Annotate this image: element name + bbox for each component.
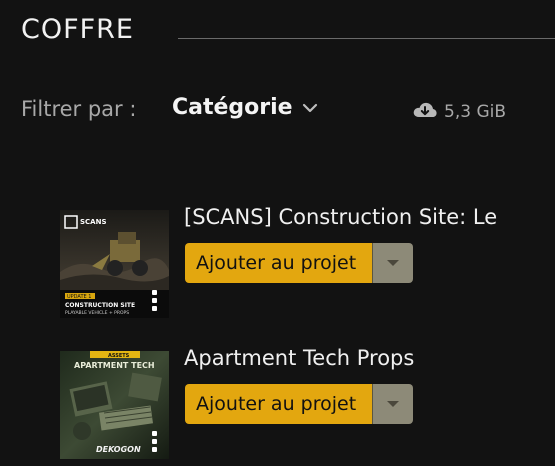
add-to-project-button[interactable]: Ajouter au projet	[185, 384, 372, 424]
storage-size: 5,3 GiB	[412, 100, 506, 124]
thumb-line2: PLAYABLE VEHICLE + PROPS	[65, 310, 129, 316]
filter-value: Catégorie	[172, 95, 293, 120]
add-to-project-group: Ajouter au projet	[185, 384, 413, 424]
thumb-badge: ASSETS	[108, 353, 130, 359]
vault-item: ASSETS APARTMENT TECH DEKOGON Apartment …	[60, 346, 555, 459]
thumb-brand: SCANS	[80, 218, 107, 226]
filter-label: Filtrer par :	[21, 97, 137, 121]
thumb-heading: APARTMENT TECH	[74, 361, 155, 370]
title-divider	[178, 38, 555, 39]
thumb-line1: CONSTRUCTION SITE	[65, 302, 135, 309]
more-options-icon[interactable]	[151, 290, 158, 311]
add-to-project-button[interactable]: Ajouter au projet	[185, 243, 372, 283]
storage-size-text: 5,3 GiB	[444, 102, 506, 122]
add-options-dropdown-button[interactable]	[372, 384, 413, 424]
cloud-download-icon	[412, 100, 438, 124]
vault-page: COFFRE Filtrer par : Catégorie 5,3 GiB S…	[0, 0, 555, 466]
chevron-down-icon	[302, 103, 318, 113]
category-filter-dropdown[interactable]: Catégorie	[172, 95, 318, 120]
thumb-brand: DEKOGON	[96, 445, 141, 454]
item-thumbnail[interactable]: SCANS UPDATE 1 CONSTRUCTION SITE PLAYABL…	[60, 210, 169, 318]
item-thumbnail[interactable]: ASSETS APARTMENT TECH DEKOGON	[60, 351, 169, 459]
vault-item: SCANS UPDATE 1 CONSTRUCTION SITE PLAYABL…	[60, 205, 555, 318]
item-title[interactable]: Apartment Tech Props	[184, 346, 504, 370]
thumb-badge: UPDATE 1	[67, 294, 91, 300]
item-title[interactable]: [SCANS] Construction Site: Le	[184, 205, 504, 229]
caret-down-icon	[387, 401, 399, 407]
page-title: COFFRE	[21, 14, 134, 45]
caret-down-icon	[387, 260, 399, 266]
add-to-project-group: Ajouter au projet	[185, 243, 413, 283]
add-options-dropdown-button[interactable]	[372, 243, 413, 283]
more-options-icon[interactable]	[151, 431, 158, 452]
